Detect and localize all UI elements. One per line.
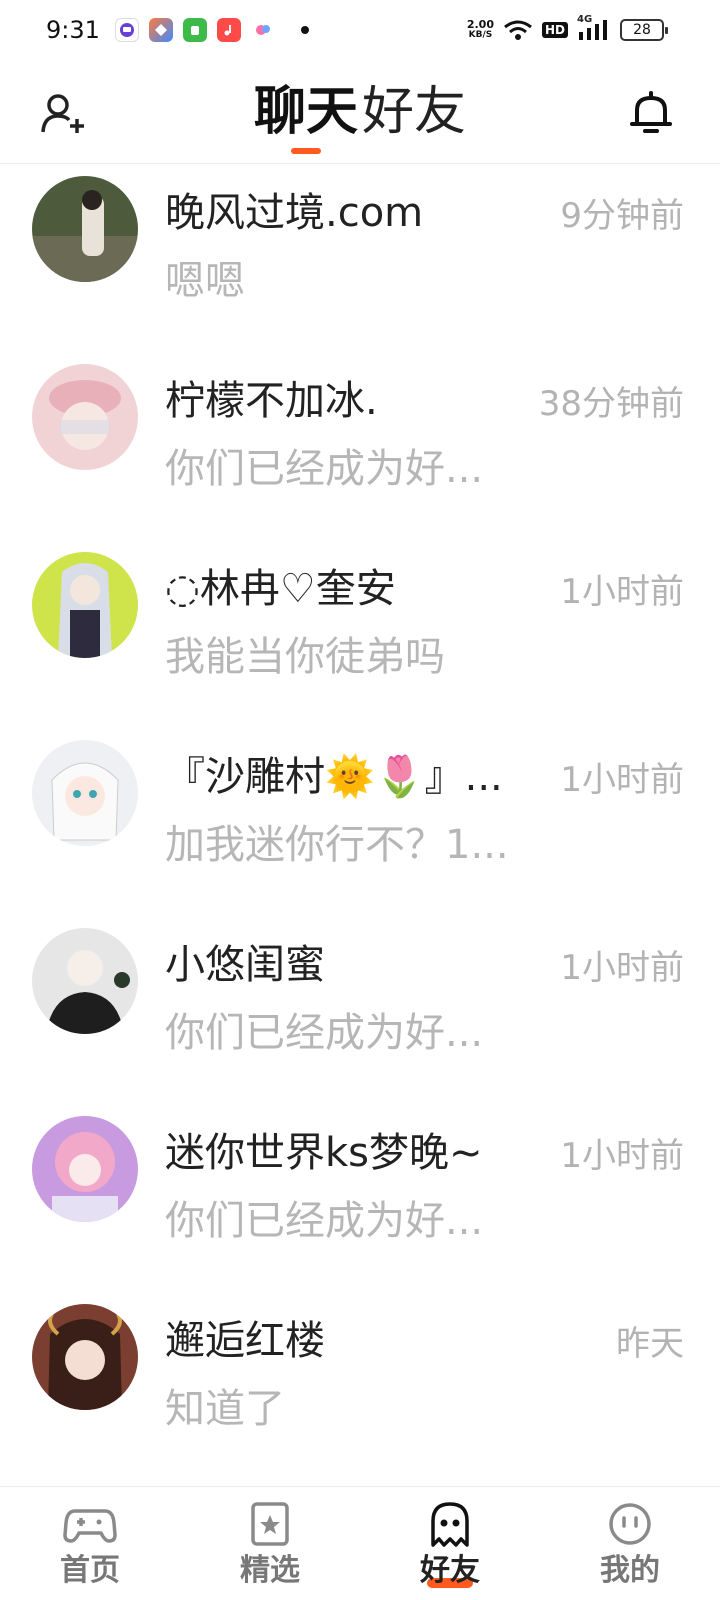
chat-item[interactable]: 『沙雕村🌞🌷』... 1小时前 加我迷你行不？1... [0,730,720,918]
ghost-icon [431,1502,469,1547]
nav-label: 我的 [600,1553,660,1588]
gamepad-icon [63,1509,117,1543]
message-preview: 你们已经成为好... [165,1198,484,1244]
contact-name: 小悠闺蜜 [165,942,325,988]
wifi-icon [504,20,532,40]
bottom-navigation: 首页 精选 好友 我的 [0,1486,720,1600]
chat-item[interactable]: 小悠闺蜜 1小时前 你们已经成为好... [0,918,720,1106]
message-time: 1小时前 [560,948,684,988]
contact-name: 邂逅红楼 [165,1318,325,1364]
chat-item[interactable]: 晚风过境.com 9分钟前 嗯嗯 [0,166,720,354]
smiley-icon [609,1503,651,1545]
message-time: 1小时前 [560,572,684,612]
message-time: 1小时前 [560,1136,684,1176]
message-preview: 我能当你徒弟吗 [165,634,445,680]
bell-icon [630,91,672,133]
message-time: 1小时前 [560,760,684,800]
notification-icons [115,18,309,42]
avatar[interactable] [32,740,138,846]
message-preview: 你们已经成为好... [165,446,484,492]
top-header: 聊天 好友 [0,64,720,164]
music-app-icon [217,18,241,42]
star-icon [251,1502,289,1546]
avatar[interactable] [32,364,138,470]
chat-item[interactable]: 邂逅红楼 昨天 知道了 [0,1294,720,1482]
chat-item[interactable]: 柠檬不加冰. 38分钟前 你们已经成为好... [0,354,720,542]
nav-friends[interactable]: 好友 [360,1487,540,1600]
avatar[interactable] [32,176,138,282]
more-notifications-dot [301,26,309,34]
android-app-icon [183,18,207,42]
hd-badge: HD [541,22,568,38]
message-time: 38分钟前 [538,384,684,424]
status-time: 9:31 [46,16,100,44]
tab-chat[interactable]: 聊天 [252,80,360,154]
chat-app-icon [115,18,139,42]
system-status: 2.00 KB/S HD 4G 28 [466,14,668,42]
message-preview: 知道了 [165,1386,285,1432]
avatar[interactable] [32,1304,138,1410]
nav-label: 好友 [420,1553,480,1588]
contact-name: 『沙雕村🌞🌷』... [165,754,503,800]
message-time: 9分钟前 [560,196,684,236]
avatar[interactable] [32,928,138,1034]
nav-label: 精选 [240,1553,300,1588]
net-speed: 2.00 KB/S [466,18,494,40]
message-preview: 嗯嗯 [165,258,245,304]
header-tabs: 聊天 好友 [0,80,720,154]
nav-home[interactable]: 首页 [0,1487,180,1600]
contact-name: ◌林冉♡奎安 [165,566,396,612]
active-tab-indicator [290,148,321,154]
avatar[interactable] [32,552,138,658]
message-time: 昨天 [616,1324,684,1364]
chat-list: 晚风过境.com 9分钟前 嗯嗯 柠檬不加冰. 38分钟前 你们已经成为好...… [0,166,720,1482]
contact-name: 迷你世界ks梦晚~ [165,1130,483,1176]
battery-indicator: 28 [620,19,668,41]
notifications-button[interactable] [628,90,674,136]
message-preview: 你们已经成为好... [165,1010,484,1056]
tab-friends[interactable]: 好友 [360,80,468,144]
chat-item[interactable]: ◌林冉♡奎安 1小时前 我能当你徒弟吗 [0,542,720,730]
signal-icon: 4G [577,14,611,42]
nav-profile[interactable]: 我的 [540,1487,720,1600]
nav-featured[interactable]: 精选 [180,1487,360,1600]
message-preview: 加我迷你行不？1... [165,822,509,868]
game-app-icon [251,18,275,42]
avatar[interactable] [32,1116,138,1222]
browser-app-icon [149,18,173,42]
nav-label: 首页 [60,1553,120,1588]
chat-item[interactable]: 迷你世界ks梦晚~ 1小时前 你们已经成为好... [0,1106,720,1294]
status-bar: 9:31 2.00 KB/S HD 4G 28 [0,0,720,64]
contact-name: 柠檬不加冰. [165,378,378,424]
contact-name: 晚风过境.com [165,190,424,236]
